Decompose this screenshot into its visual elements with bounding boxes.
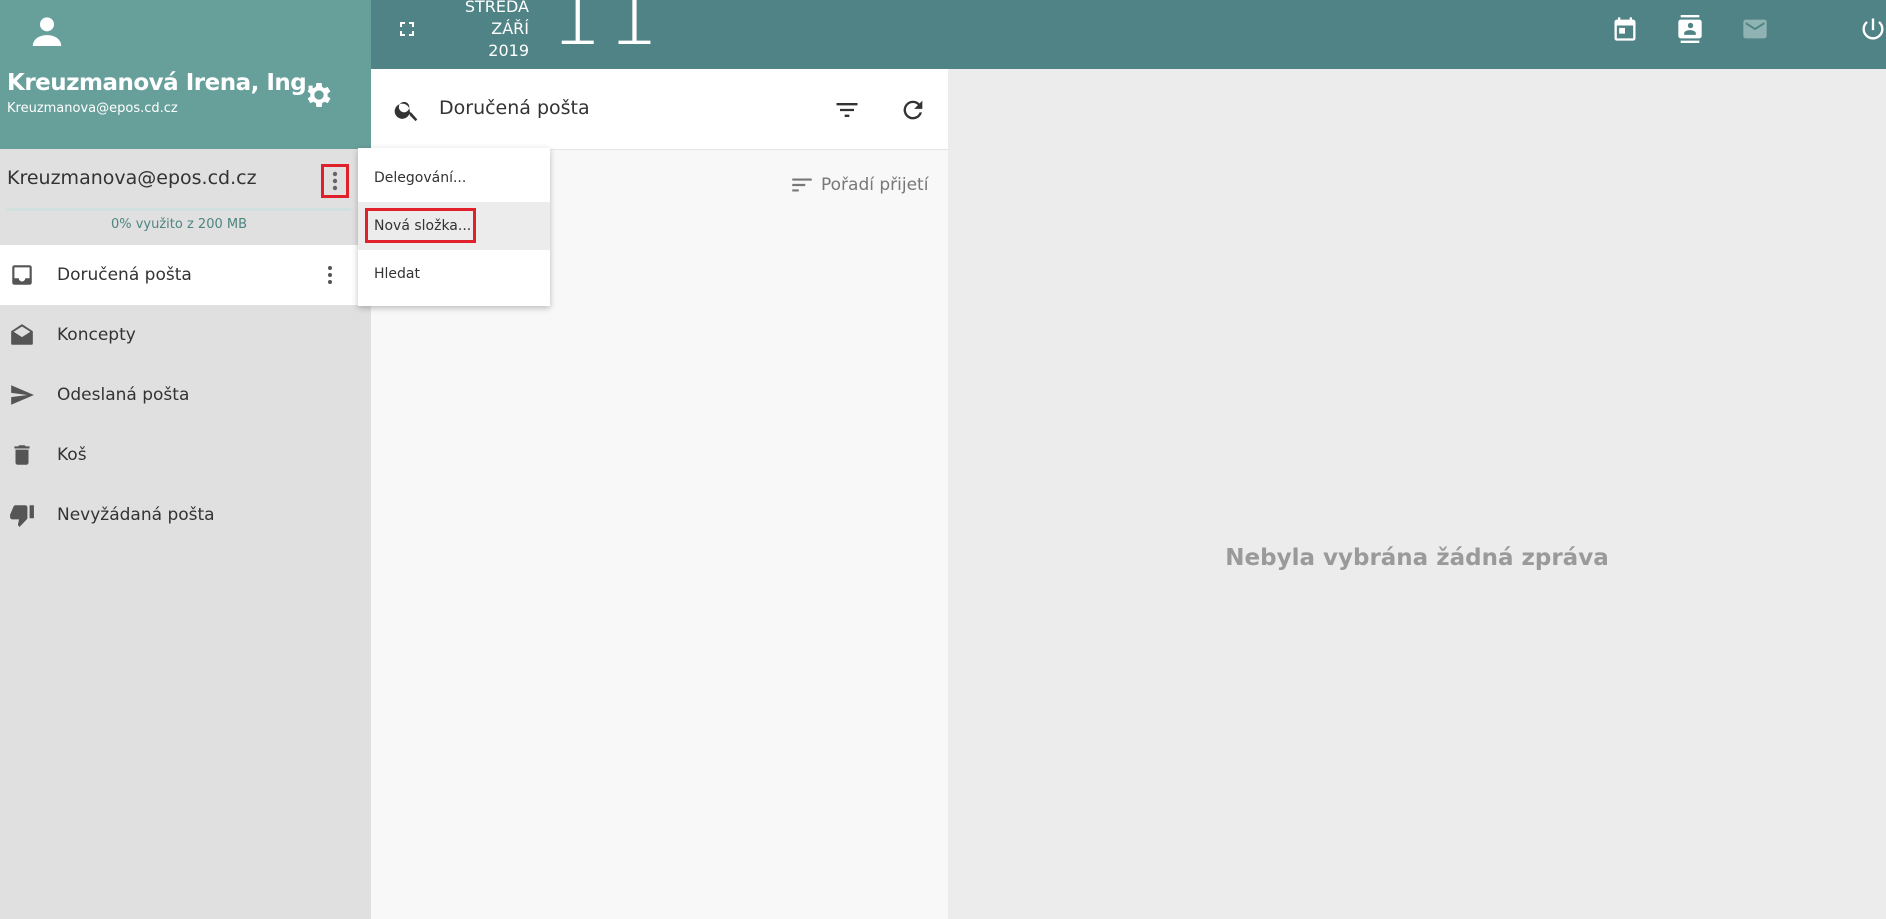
profile-header: Kreuzmanová Irena, Ing. Kreuzmanova@epos… bbox=[0, 0, 371, 149]
sort-label: Pořadí přijetí bbox=[821, 175, 929, 195]
menu-item-label: Delegování... bbox=[374, 170, 467, 186]
folder-label: Koncepty bbox=[57, 325, 136, 345]
folder-item-inbox[interactable]: Doručená pošta bbox=[0, 245, 371, 305]
date-weekday: STŘEDA bbox=[464, 0, 529, 16]
folder-label: Doručená pošta bbox=[57, 265, 192, 285]
thumb-down-icon bbox=[10, 505, 34, 527]
folder-item-spam[interactable]: Nevyžádaná pošta bbox=[0, 485, 371, 545]
more-vertical-icon bbox=[332, 171, 338, 191]
drafts-icon bbox=[11, 324, 33, 345]
menu-item-new-folder[interactable]: Nová složka... bbox=[358, 202, 550, 250]
folder-label: Nevyžádaná pošta bbox=[57, 505, 215, 525]
date-block: STŘEDA ZÁŘÍ 2019 bbox=[444, 0, 529, 62]
top-bar: STŘEDA ZÁŘÍ 2019 11 bbox=[371, 0, 1886, 69]
sort-icon bbox=[792, 178, 812, 192]
menu-item-label: Nová složka... bbox=[374, 218, 472, 234]
user-email: Kreuzmanova@epos.cd.cz bbox=[7, 101, 178, 116]
refresh-icon[interactable] bbox=[899, 96, 927, 124]
folder-label: Koš bbox=[57, 445, 87, 465]
menu-item-delegation[interactable]: Delegování... bbox=[358, 154, 550, 202]
folder-more-icon[interactable] bbox=[318, 263, 342, 287]
account-context-menu: Delegování... Nová složka... Hledat bbox=[358, 148, 550, 306]
storage-progress-bar bbox=[7, 208, 351, 211]
sidebar: Kreuzmanová Irena, Ing. Kreuzmanova@epos… bbox=[0, 0, 371, 919]
user-name: Kreuzmanová Irena, Ing. bbox=[7, 70, 315, 96]
sort-order-button[interactable]: Pořadí přijetí bbox=[789, 172, 928, 198]
account-address: Kreuzmanova@epos.cd.cz bbox=[7, 167, 257, 189]
fullscreen-icon[interactable] bbox=[395, 17, 419, 41]
menu-item-label: Hledat bbox=[374, 266, 420, 282]
date-year: 2019 bbox=[488, 41, 529, 60]
folder-item-trash[interactable]: Koš bbox=[0, 425, 371, 485]
menu-item-search[interactable]: Hledat bbox=[358, 250, 550, 298]
date-day: 11 bbox=[549, 0, 663, 65]
date-month: ZÁŘÍ bbox=[491, 19, 529, 38]
folder-list: Doručená pošta Koncepty Odeslaná pošta K… bbox=[0, 245, 371, 545]
folder-item-sent[interactable]: Odeslaná pošta bbox=[0, 365, 371, 425]
trash-icon bbox=[14, 445, 30, 465]
search-bar: Doručená pošta bbox=[371, 69, 948, 150]
settings-gear-icon[interactable] bbox=[303, 79, 335, 111]
power-icon[interactable] bbox=[1859, 15, 1886, 43]
search-icon[interactable] bbox=[393, 96, 421, 124]
storage-usage-text: 0% využito z 200 MB bbox=[110, 217, 248, 232]
no-message-selected-text: Nebyla vybrána žádná zpráva bbox=[1225, 545, 1609, 571]
contacts-icon[interactable] bbox=[1676, 15, 1704, 43]
folder-title: Doručená pošta bbox=[439, 97, 590, 119]
account-more-button[interactable] bbox=[321, 164, 349, 198]
user-avatar-icon bbox=[32, 17, 62, 46]
send-icon bbox=[11, 385, 34, 405]
filter-list-icon[interactable] bbox=[833, 96, 861, 124]
folder-item-drafts[interactable]: Koncepty bbox=[0, 305, 371, 365]
inbox-icon bbox=[12, 265, 32, 285]
folder-label: Odeslaná pošta bbox=[57, 385, 190, 405]
mail-icon[interactable] bbox=[1741, 15, 1769, 43]
calendar-icon[interactable] bbox=[1611, 15, 1639, 43]
